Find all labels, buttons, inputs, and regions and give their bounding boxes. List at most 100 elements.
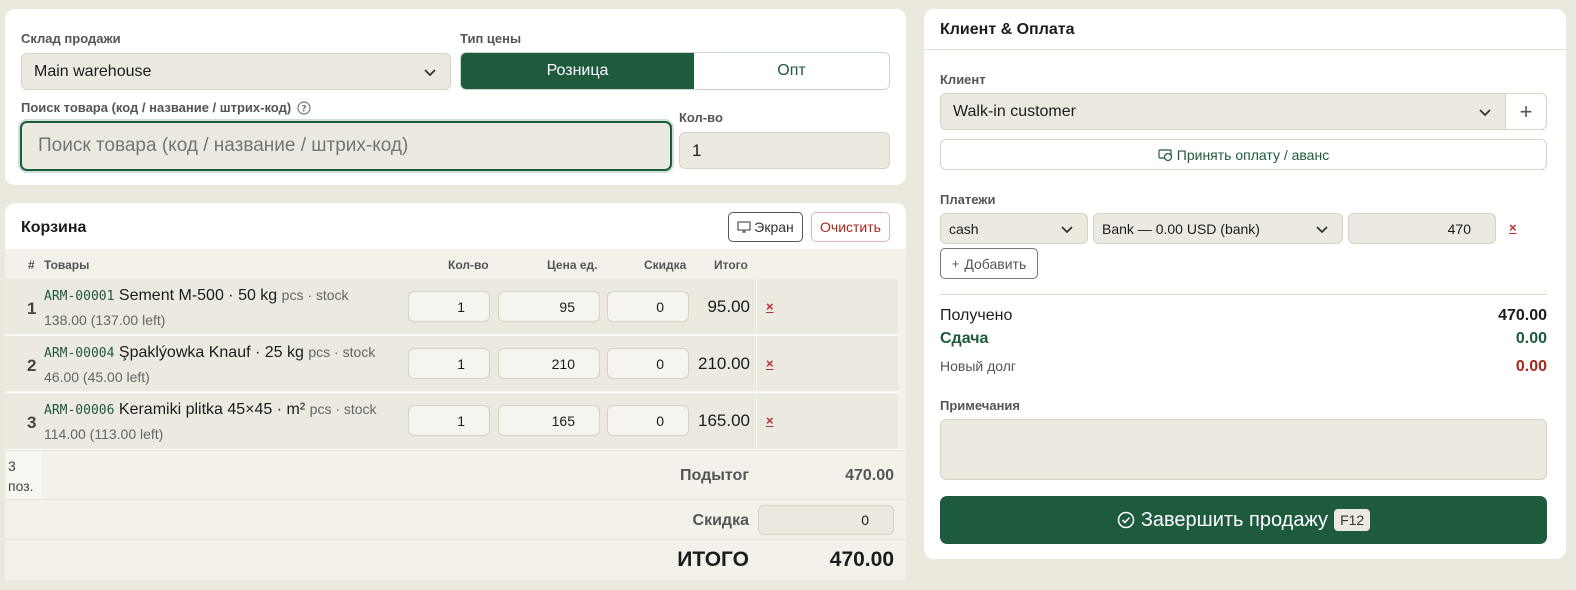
grand-total-label: ИТОГО — [677, 548, 749, 571]
remove-payment-button[interactable]: × — [1509, 220, 1517, 235]
row-price-input[interactable]: 165 — [498, 405, 600, 436]
product-stock: 138.00 (137.00 left) — [44, 312, 166, 328]
row-total: 165.00 — [698, 411, 750, 430]
row-total: 210.00 — [698, 354, 750, 373]
chevron-down-icon — [1316, 225, 1328, 233]
client-label: Клиент — [940, 72, 986, 87]
scrollbar-track[interactable] — [898, 249, 906, 449]
received-value: 470.00 — [1498, 307, 1547, 324]
product-name: Sement M-500 · 50 kg — [118, 287, 278, 304]
payment-account-select[interactable]: Bank — 0.00 USD (bank) — [1093, 213, 1343, 244]
positions-count: 3 поз. — [5, 451, 42, 500]
row-number: 2 — [27, 356, 37, 375]
grand-total-row: ИТОГО 470.00 — [5, 539, 906, 580]
debt-value: 0.00 — [1515, 358, 1547, 375]
monitor-icon — [737, 221, 751, 233]
accept-payment-label: Принять оплату / аванс — [1176, 146, 1330, 163]
change-label: Сдача — [940, 330, 989, 347]
col-total: Итого — [714, 258, 748, 272]
product-stock: 114.00 (113.00 left) — [44, 426, 164, 442]
product-code[interactable]: ARM-00006 — [44, 403, 114, 418]
product-stock: 46.00 (45.00 left) — [44, 369, 150, 385]
search-label-text: Поиск товара (код / название / штрих-код… — [21, 100, 292, 115]
screen-button[interactable]: Экран — [728, 212, 803, 242]
subtotal-label: Подытог — [680, 467, 749, 484]
table-row: 2 ARM-00004 Şpaklýowka Knauf · 25 kg pcs… — [5, 336, 898, 392]
remove-row-button[interactable]: × — [766, 299, 774, 314]
chevron-down-icon — [424, 68, 436, 76]
cart-title: Корзина — [21, 219, 87, 236]
row-discount-input[interactable]: 0 — [607, 348, 689, 379]
divider — [940, 294, 1547, 295]
table-row: 1 ARM-00001 Sement M-500 · 50 kg pcs · s… — [5, 279, 898, 335]
cart-discount-input[interactable]: 0 — [758, 505, 894, 535]
product-name: Keramiki plitka 45×45 · m² — [118, 401, 306, 418]
warehouse-select[interactable]: Main warehouse — [21, 53, 451, 90]
chevron-down-icon — [1061, 225, 1073, 233]
screen-button-label: Экран — [754, 219, 794, 235]
price-retail-option[interactable]: Розница — [461, 53, 694, 89]
row-divider — [756, 336, 757, 392]
client-payment-card: Клиент & Оплата Клиент Walk-in customer … — [924, 9, 1566, 559]
chevron-down-icon — [1479, 108, 1491, 116]
row-qty-input[interactable]: 1 — [408, 405, 490, 436]
qty-input[interactable]: 1 — [679, 132, 890, 169]
row-divider — [756, 393, 757, 449]
product-code[interactable]: ARM-00004 — [44, 346, 114, 361]
payment-amount-input[interactable]: 470 — [1348, 213, 1496, 244]
notes-textarea[interactable] — [940, 419, 1547, 480]
product-unit: pcs · stock — [281, 287, 349, 303]
plus-icon: + — [951, 256, 960, 271]
client-select[interactable]: Walk-in customer — [940, 93, 1506, 130]
complete-sale-button[interactable]: Завершить продажу F12 — [940, 496, 1547, 544]
search-input[interactable] — [22, 123, 670, 169]
remove-row-button[interactable]: × — [766, 356, 774, 371]
row-discount-input[interactable]: 0 — [607, 291, 689, 322]
warehouse-value: Main warehouse — [34, 62, 152, 80]
product-code[interactable]: ARM-00001 — [44, 289, 114, 304]
row-qty-input[interactable]: 1 — [408, 291, 490, 322]
row-discount-input[interactable]: 0 — [607, 405, 689, 436]
subtotal-row: 3 поз. Подытог 470.00 — [5, 450, 906, 500]
divider — [924, 49, 1566, 50]
payment-method-select[interactable]: cash — [940, 213, 1088, 244]
row-price-input[interactable]: 210 — [498, 348, 600, 379]
product-unit: pcs · stock — [308, 344, 376, 360]
row-divider — [756, 279, 757, 335]
clear-cart-button[interactable]: Очистить — [811, 212, 890, 242]
payment-account-value: Bank — 0.00 USD (bank) — [1102, 220, 1260, 237]
row-number: 3 — [27, 413, 37, 432]
complete-sale-label: Завершить продажу — [1140, 508, 1329, 531]
help-icon[interactable]: ? — [297, 100, 311, 115]
product-line: ARM-00001 Sement M-500 · 50 kg pcs · sto… — [44, 287, 349, 305]
product-line: ARM-00006 Keramiki plitka 45×45 · m² pcs… — [44, 401, 377, 419]
row-qty-input[interactable]: 1 — [408, 348, 490, 379]
product-unit: pcs · stock — [309, 401, 377, 417]
col-num: # — [28, 258, 35, 272]
search-label: Поиск товара (код / название / штрих-код… — [21, 100, 311, 115]
qty-value: 1 — [692, 140, 702, 160]
warehouse-label: Склад продажи — [21, 31, 121, 46]
price-type-toggle: Розница Опт — [460, 52, 890, 90]
notes-label: Примечания — [940, 398, 1021, 413]
add-payment-button[interactable]: + Добавить — [940, 248, 1038, 279]
add-client-button[interactable]: + — [1505, 93, 1547, 130]
svg-text:?: ? — [302, 104, 307, 114]
price-type-label: Тип цены — [460, 31, 522, 46]
search-input-wrap — [20, 121, 672, 171]
accept-payment-button[interactable]: Принять оплату / аванс — [940, 139, 1547, 170]
check-circle-icon — [1117, 511, 1135, 529]
remove-row-button[interactable]: × — [766, 413, 774, 428]
cart-discount-label: Скидка — [692, 512, 749, 529]
price-wholesale-option[interactable]: Опт — [694, 53, 889, 89]
payment-method-value: cash — [949, 220, 979, 237]
shortcut-badge: F12 — [1334, 509, 1371, 531]
change-value: 0.00 — [1515, 330, 1547, 347]
col-qty: Кол-во — [448, 258, 489, 272]
qty-label: Кол-во — [679, 110, 723, 125]
cash-icon — [1158, 148, 1172, 161]
received-label: Получено — [940, 307, 1013, 324]
row-price-input[interactable]: 95 — [498, 291, 600, 322]
discount-row: Скидка 0 — [5, 499, 906, 539]
product-name: Şpaklýowka Knauf · 25 kg — [118, 344, 304, 361]
